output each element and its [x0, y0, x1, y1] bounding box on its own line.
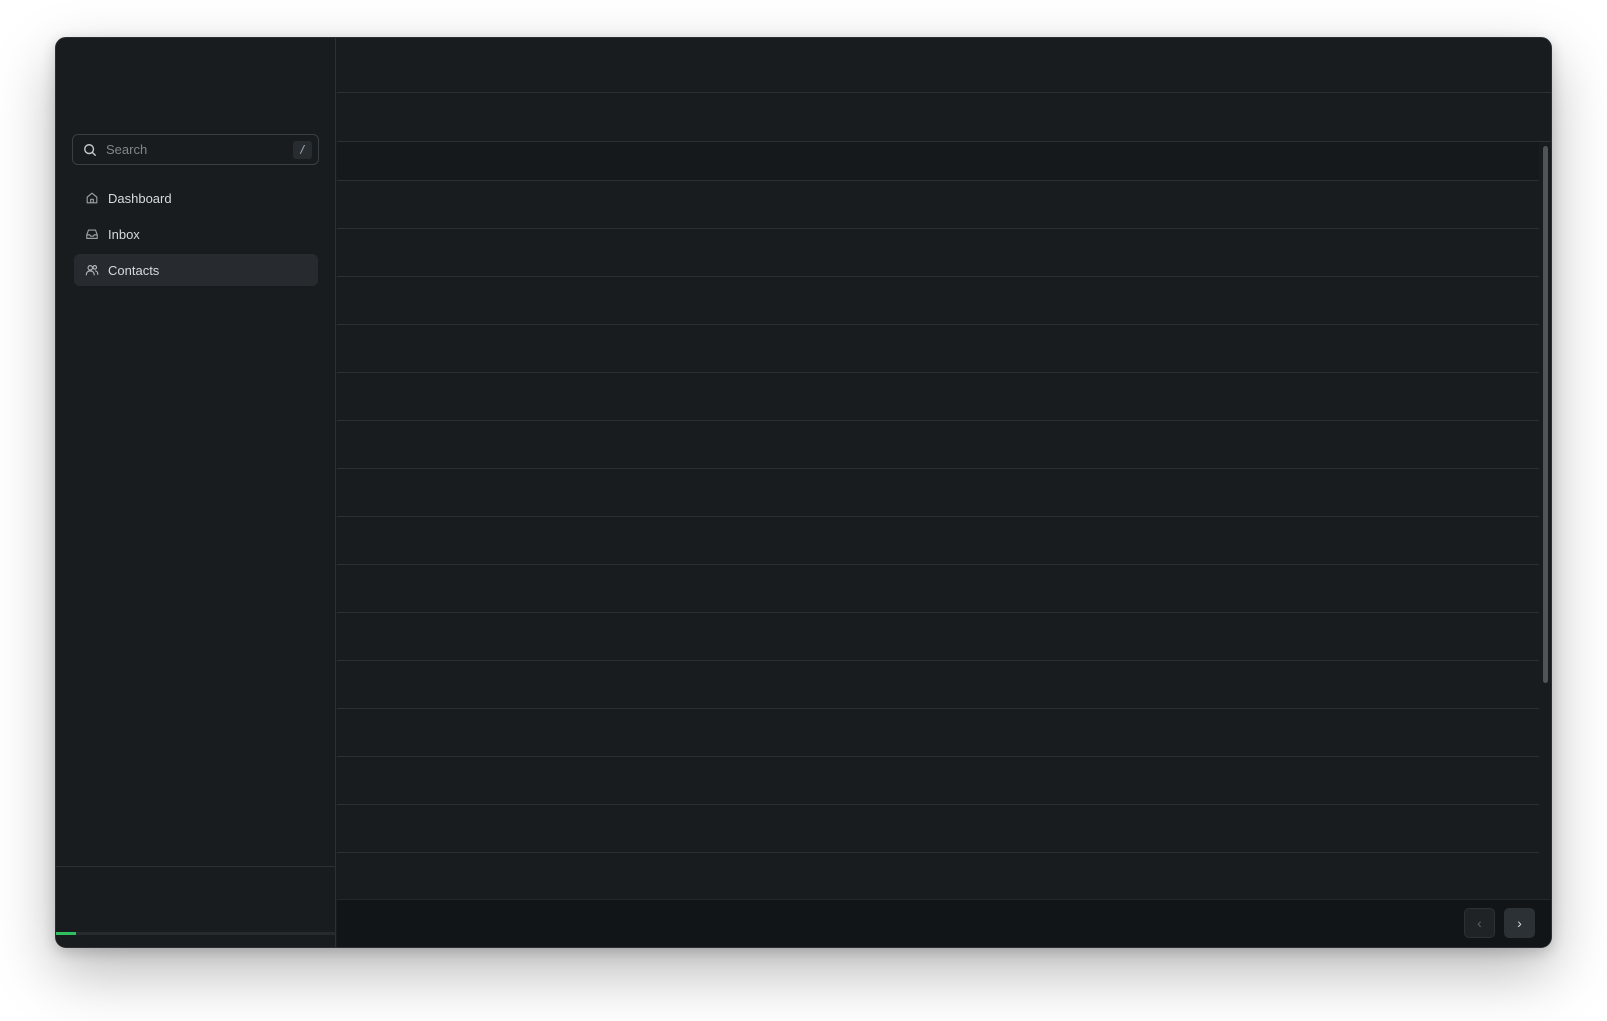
vertical-scrollbar[interactable] [1543, 146, 1548, 683]
sidebar: / Dashboard Inbox [56, 38, 336, 947]
table-row[interactable] [337, 661, 1539, 709]
table-row[interactable] [337, 709, 1539, 757]
table-row[interactable] [337, 517, 1539, 565]
sidebar-item-label: Inbox [108, 226, 140, 242]
content-header [337, 38, 1551, 93]
sidebar-item-inbox[interactable]: Inbox [74, 218, 318, 250]
pager: ‹ › [1464, 908, 1535, 938]
table-row[interactable] [337, 853, 1539, 899]
sidebar-item-label: Contacts [108, 262, 160, 278]
table-row[interactable] [337, 181, 1539, 229]
sidebar-item-label: Dashboard [108, 190, 172, 206]
home-icon [86, 192, 98, 204]
table-row[interactable] [337, 229, 1539, 277]
table-row[interactable] [337, 805, 1539, 853]
search-icon [84, 143, 96, 156]
pagination-bar: ‹ › [337, 899, 1551, 947]
next-page-button[interactable]: › [1504, 908, 1535, 938]
sync-progress-fill [56, 932, 76, 935]
table-row[interactable] [337, 469, 1539, 517]
app-window: / Dashboard Inbox [55, 37, 1552, 948]
search-box[interactable]: / [72, 134, 319, 165]
table-row[interactable] [337, 142, 1539, 181]
sidebar-nav: Dashboard Inbox Contacts [74, 182, 318, 290]
sync-progress-bar [56, 932, 335, 935]
search-shortcut-key: / [293, 140, 312, 159]
table-row[interactable] [337, 565, 1539, 613]
table-row[interactable] [337, 277, 1539, 325]
table-header [337, 93, 1551, 142]
users-icon [85, 265, 99, 276]
previous-page-button[interactable]: ‹ [1464, 908, 1495, 938]
search-input[interactable] [106, 142, 293, 157]
main-content: ‹ › [337, 38, 1551, 947]
table-row[interactable] [337, 757, 1539, 805]
table-row[interactable] [337, 613, 1539, 661]
sidebar-item-contacts[interactable]: Contacts [74, 254, 318, 286]
table-row[interactable] [337, 325, 1539, 373]
contacts-table-body [337, 142, 1539, 899]
table-row[interactable] [337, 373, 1539, 421]
inbox-icon [86, 229, 98, 239]
table-row[interactable] [337, 421, 1539, 469]
sidebar-item-dashboard[interactable]: Dashboard [74, 182, 318, 214]
